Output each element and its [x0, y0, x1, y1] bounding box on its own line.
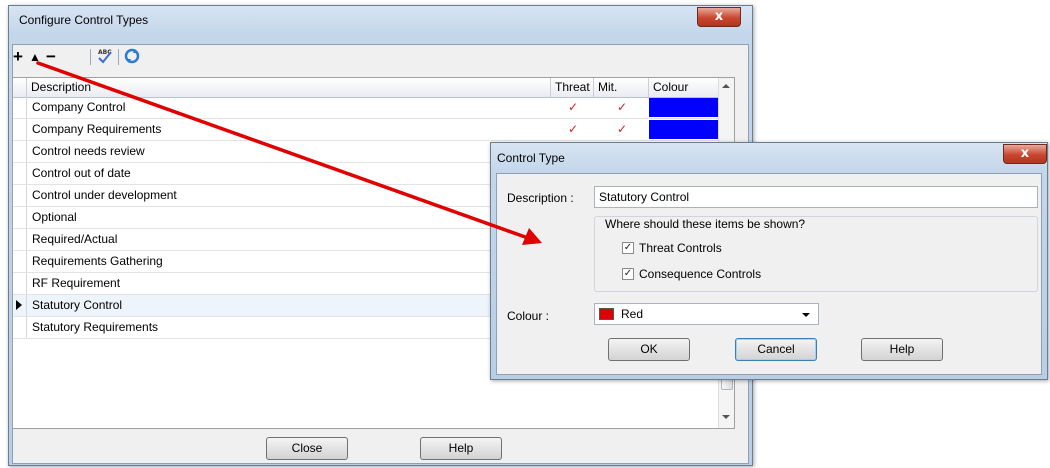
- toolbar-separator: [90, 49, 91, 65]
- colour-swatch: [599, 308, 614, 320]
- close-button[interactable]: Close: [266, 437, 348, 460]
- row-description: Control needs review: [32, 144, 145, 158]
- main-window-title: Configure Control Types: [19, 13, 149, 27]
- chevron-down-icon[interactable]: [802, 313, 810, 317]
- cancel-button[interactable]: Cancel: [735, 338, 817, 361]
- remove-icon[interactable]: −: [46, 48, 56, 66]
- dialog-title: Control Type: [497, 151, 565, 165]
- dialog-help-button[interactable]: Help: [861, 338, 943, 361]
- column-header-description[interactable]: Description: [27, 78, 551, 97]
- scroll-up-arrow[interactable]: [722, 84, 730, 88]
- ok-button[interactable]: OK: [608, 338, 690, 361]
- row-description: Requirements Gathering: [32, 254, 163, 268]
- row-description: RF Requirement: [32, 276, 121, 290]
- header-row-indicator: [13, 78, 27, 97]
- threat-check-icon[interactable]: ✓: [568, 97, 578, 118]
- toolbar: + ▲ − ABC: [12, 46, 212, 70]
- current-row-pointer-icon: [16, 300, 22, 310]
- threat-controls-checkbox[interactable]: ✓: [622, 242, 634, 254]
- description-label: Description :: [507, 191, 574, 205]
- row-description: Control out of date: [32, 166, 131, 180]
- row-description: Statutory Control: [32, 298, 123, 312]
- row-indicator[interactable]: [13, 273, 27, 294]
- refresh-icon[interactable]: [123, 47, 141, 65]
- dialog-titlebar[interactable]: Control Type x: [491, 143, 1047, 171]
- row-indicator[interactable]: [13, 229, 27, 250]
- row-description: Company Requirements: [32, 122, 162, 136]
- description-input[interactable]: Statutory Control: [594, 186, 1038, 208]
- scroll-down-arrow[interactable]: [722, 415, 730, 419]
- row-indicator[interactable]: [13, 317, 27, 338]
- table-row[interactable]: Company Requirements ✓ ✓: [13, 119, 731, 141]
- column-header-mit[interactable]: Mit.: [594, 78, 649, 97]
- row-indicator[interactable]: [13, 185, 27, 206]
- group-label: Where should these items be shown?: [605, 217, 806, 231]
- row-indicator[interactable]: [13, 295, 27, 316]
- row-description: Control under development: [32, 188, 177, 202]
- mit-check-icon[interactable]: ✓: [617, 119, 627, 140]
- row-indicator[interactable]: [13, 119, 27, 140]
- row-indicator[interactable]: [13, 251, 27, 272]
- row-description: Required/Actual: [32, 232, 118, 246]
- row-description: Statutory Requirements: [32, 320, 159, 334]
- table-row[interactable]: Company Control ✓ ✓: [13, 97, 731, 119]
- colour-select[interactable]: Red: [594, 303, 819, 325]
- spellcheck-icon[interactable]: ABC: [96, 47, 114, 65]
- mit-check-icon[interactable]: ✓: [617, 97, 627, 118]
- column-header-colour[interactable]: Colour: [649, 78, 718, 97]
- threat-controls-label[interactable]: Threat Controls: [639, 241, 722, 255]
- row-description: Optional: [32, 210, 77, 224]
- colour-label: Colour :: [507, 309, 550, 323]
- grid-header: Description Threat Mit. Colour: [13, 78, 718, 98]
- row-indicator[interactable]: [13, 207, 27, 228]
- row-description: Company Control: [32, 100, 126, 114]
- consequence-controls-checkbox[interactable]: ✓: [622, 268, 634, 280]
- threat-check-icon[interactable]: ✓: [568, 119, 578, 140]
- main-help-button[interactable]: Help: [420, 437, 502, 460]
- row-indicator[interactable]: [13, 97, 27, 118]
- consequence-controls-label[interactable]: Consequence Controls: [639, 267, 761, 281]
- colour-value: Red: [621, 307, 644, 321]
- add-icon[interactable]: +: [13, 48, 23, 66]
- row-indicator[interactable]: [13, 141, 27, 162]
- toolbar-separator: [118, 49, 119, 65]
- main-close-button[interactable]: x: [697, 7, 741, 27]
- dialog-close-button[interactable]: x: [1003, 144, 1047, 164]
- move-up-icon[interactable]: ▲: [29, 49, 41, 67]
- column-header-threat[interactable]: Threat: [551, 78, 594, 97]
- row-indicator[interactable]: [13, 163, 27, 184]
- control-type-dialog: Control Type x Description : Statutory C…: [490, 142, 1048, 380]
- main-titlebar[interactable]: Configure Control Types x: [9, 6, 752, 34]
